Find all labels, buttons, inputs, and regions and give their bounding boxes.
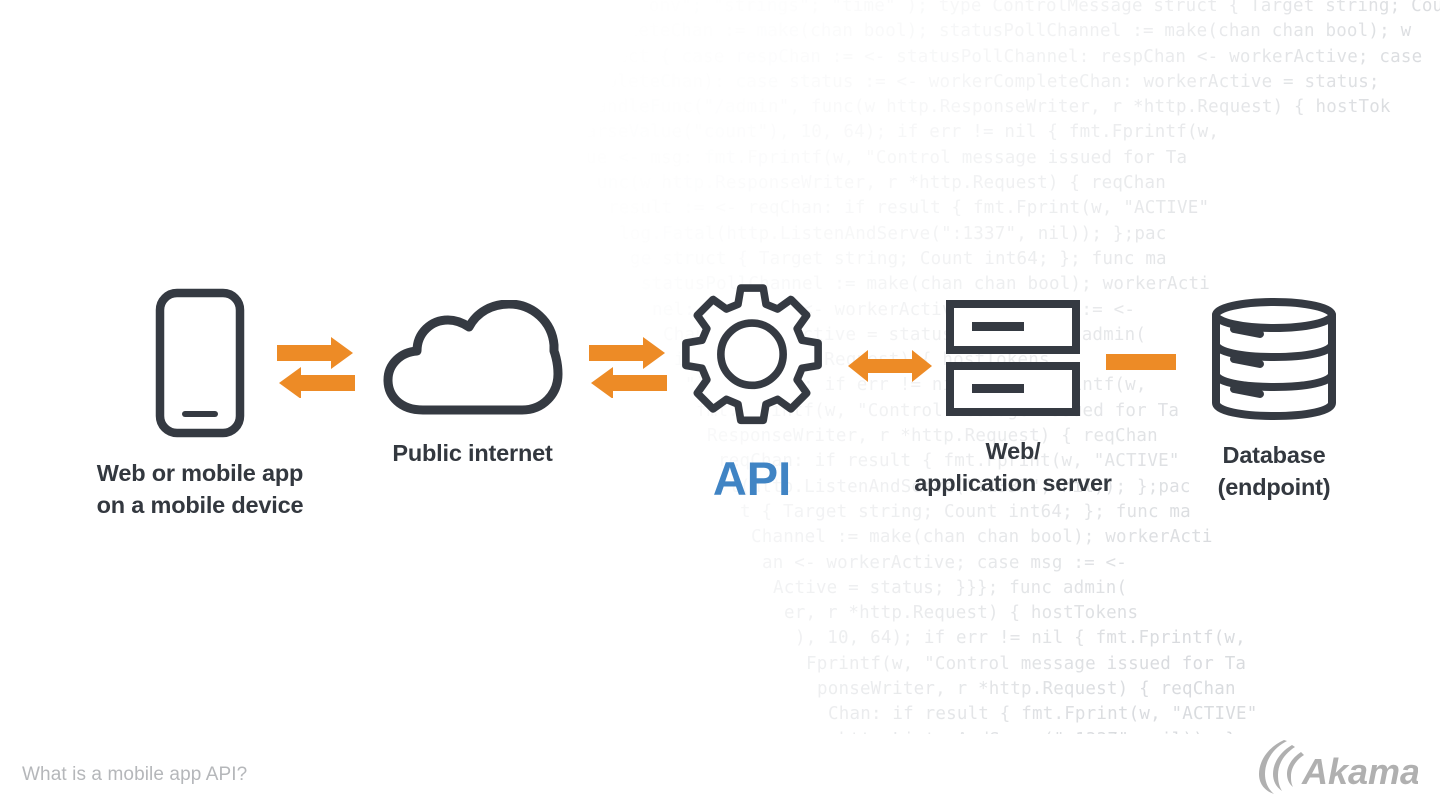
code-line: http.ListenAndServe(":1337", nil)); };pa… (0, 728, 1440, 734)
node-internet: Public internet (355, 299, 590, 469)
code-line: erCompleteChan): case status := <- worke… (553, 71, 1380, 92)
code-line: c.HandleFunc("/admin", func(w http.Respo… (564, 97, 1391, 118)
node-client: Web or mobile app on a mobile device (40, 288, 360, 521)
svg-text:Akamai: Akamai (1301, 751, 1418, 792)
code-line: log.Fatal(http.ListenAndServe(":1337", n… (619, 223, 1167, 244)
cloud-icon (355, 299, 590, 423)
server-stack-icon (895, 300, 1131, 421)
node-database: Database (endpoint) (1165, 298, 1383, 503)
node-database-label: Database (endpoint) (1217, 442, 1331, 500)
code-line: an <- workerActive; case msg := <- (762, 552, 1128, 573)
code-line: Fprintf(w, "Control message issued for T… (806, 653, 1247, 674)
slide-footer-title: What is a mobile app API? (22, 764, 248, 785)
code-line: ge struct { Target string; Count int64; … (630, 248, 1167, 269)
code-line: Chan: if result { fmt.Fprint(w, "ACTIVE" (828, 704, 1258, 725)
code-line: d { select { case respChan := <- statusP… (542, 46, 1434, 67)
code-line: ParseValue("count"), 10, 64); if err != … (575, 122, 1220, 143)
node-server-label: Web/ application server (914, 438, 1112, 496)
code-line: ue <- msg: fmt.Fprintf(w, "Control messa… (586, 147, 1188, 168)
bidirectional-offset-arrows-icon (277, 337, 355, 399)
node-api-label: API (712, 452, 792, 505)
node-server: Web/ application server (895, 300, 1131, 499)
akamai-logo: Akamai (1258, 734, 1431, 796)
code-line: http"; "strconv"; "strings"; "time" ); t… (520, 0, 1440, 16)
code-line: ), 10, 64); if err != nil { fmt.Fprintf(… (795, 628, 1246, 649)
gear-icon (652, 282, 852, 439)
database-cylinder-icon (1165, 298, 1383, 425)
node-internet-label: Public internet (392, 440, 553, 466)
code-line: er, r *http.Request) { hostTokens (784, 603, 1139, 624)
node-api: API (652, 282, 852, 505)
code-line: unc(w http.ResponseWriter, r *http.Reque… (597, 173, 1167, 194)
code-line: Active = status; }}}; func admin( (773, 577, 1128, 598)
node-client-label: Web or mobile app on a mobile device (96, 460, 304, 518)
code-line: Channel := make(chan chan bool); workerA… (751, 527, 1213, 548)
code-line: result := <- reqChan: if result { fmt.Fp… (608, 198, 1210, 219)
code-line: ponseWriter, r *http.Request) { reqChan (817, 679, 1236, 700)
slide-canvas: http"; "strconv"; "strings"; "time" ); t… (0, 0, 1440, 810)
connector-client-internet (277, 336, 355, 403)
code-line: orkerCompleteChan := make(chan bool); st… (531, 21, 1412, 42)
